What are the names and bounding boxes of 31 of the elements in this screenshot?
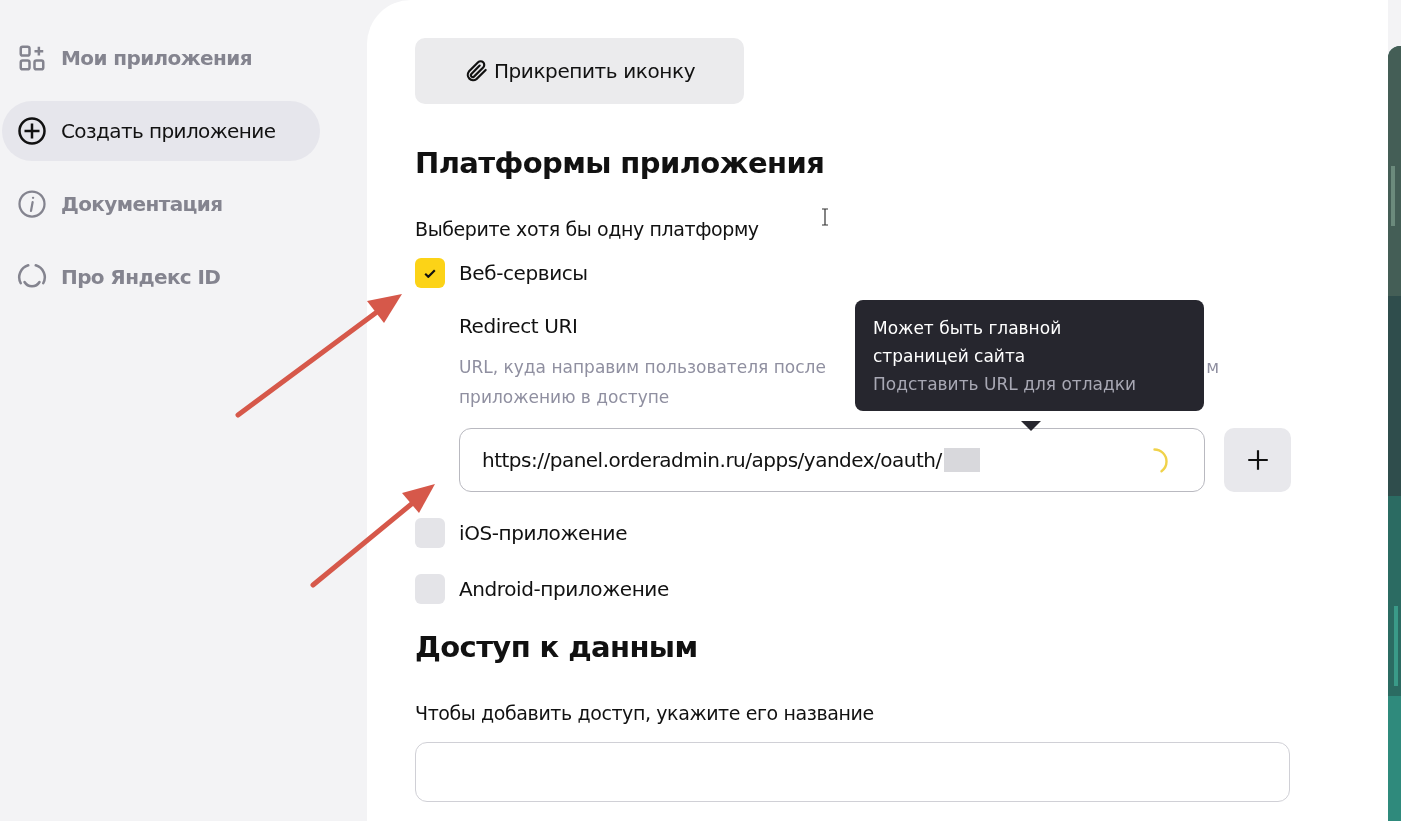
- tooltip-text: Может быть главной страницей сайта: [873, 317, 1063, 368]
- redaction-blur: [943, 448, 980, 472]
- section-title: Доступ к данным: [415, 630, 699, 664]
- sidebar-item[interactable]: Мои приложения: [2, 28, 320, 88]
- sidebar-item[interactable]: Документация: [2, 174, 320, 234]
- checkbox[interactable]: [415, 574, 445, 604]
- field-description: URL, куда направим пользователя после: [459, 356, 826, 379]
- sidebar-item[interactable]: Про Яндекс ID: [2, 247, 320, 307]
- sidebar-item[interactable]: Создать приложение: [2, 101, 320, 161]
- plus-circle-icon: [17, 116, 47, 146]
- checkbox-label: iOS-приложение: [459, 521, 628, 545]
- section-hint: Чтобы добавить доступ, укажите его название: [415, 702, 875, 724]
- tooltip-link[interactable]: Подставить URL для отладки: [873, 370, 1186, 398]
- apps-icon: [17, 43, 47, 73]
- checkbox[interactable]: [415, 518, 445, 548]
- text-cursor-icon: [821, 208, 829, 226]
- input-field[interactable]: [415, 742, 1290, 802]
- field-description: м: [1206, 356, 1219, 379]
- tooltip-pointer: [1021, 421, 1041, 431]
- attach-icon-button[interactable]: Прикрепить иконку: [415, 38, 744, 104]
- checkbox[interactable]: [415, 258, 445, 288]
- checkbox-label: Android-приложение: [459, 577, 669, 601]
- add-button[interactable]: [1224, 428, 1291, 492]
- section-hint: Выберите хотя бы одну платформу: [415, 218, 760, 240]
- field-description: приложению в доступе: [459, 386, 670, 409]
- section-title: Платформы приложения: [415, 146, 826, 180]
- checkbox-label: Веб-сервисы: [459, 261, 588, 285]
- field-label: Redirect URI: [459, 314, 578, 338]
- info-icon: [17, 189, 47, 219]
- checkmark-icon: [424, 268, 436, 278]
- url-input-field[interactable]: https://panel.orderadmin.ru/apps/yandex/oauth/: [459, 428, 1205, 492]
